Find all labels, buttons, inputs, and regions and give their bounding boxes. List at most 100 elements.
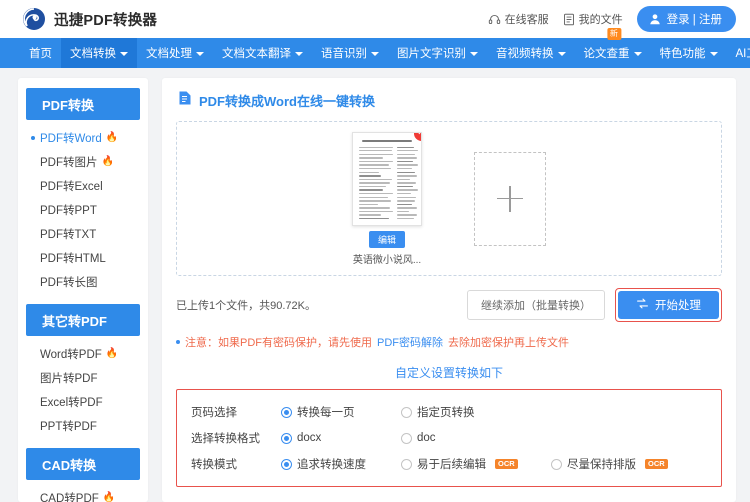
nav-label: 图片文字识别 bbox=[397, 48, 466, 60]
nav-label: AI工具 bbox=[735, 48, 750, 60]
setting-label: 页码选择 bbox=[191, 407, 237, 419]
radio-icon[interactable] bbox=[401, 406, 412, 418]
chevron-down-icon bbox=[557, 52, 566, 56]
sidebar-item-label: CAD转PDF bbox=[40, 493, 99, 502]
nav-label: 特色功能 bbox=[659, 48, 706, 60]
sidebar-item-excel-to-pdf[interactable]: Excel转PDF bbox=[18, 390, 148, 414]
notice-prefix: 注意：如果PDF有密码保护，请先使用 bbox=[185, 337, 372, 349]
user-avatar-icon bbox=[648, 12, 662, 26]
sidebar-item-pdf-to-excel[interactable]: PDF转Excel bbox=[18, 174, 148, 198]
sidebar-item-label: PDF转HTML bbox=[40, 253, 106, 265]
body-wrap: PDF转换 PDF转Word 🔥 PDF转图片 🔥 PDF转Excel PDF转… bbox=[0, 68, 750, 502]
chevron-down-icon bbox=[371, 52, 379, 56]
bullet-icon bbox=[176, 340, 180, 344]
converter-panel: PDF转换成Word在线一键转换 编辑 英语微小说风... 已上传1个文件，共9… bbox=[162, 78, 736, 502]
sidebar-item-label: PDF转Excel bbox=[40, 181, 103, 193]
sidebar-item-label: PPT转PDF bbox=[40, 421, 97, 433]
nav-item-doc-convert[interactable]: 文档转换 bbox=[61, 38, 137, 68]
start-process-button[interactable]: 开始处理 bbox=[618, 291, 719, 319]
nav-label: 音视频转换 bbox=[496, 48, 554, 60]
edit-file-button[interactable]: 编辑 bbox=[368, 230, 405, 248]
nav-item-image-ocr[interactable]: 图片文字识别 bbox=[388, 38, 487, 68]
upload-status-row: 已上传1个文件，共90.72K。 继续添加（批量转换） 开始处理 bbox=[176, 288, 722, 322]
radio-icon[interactable] bbox=[281, 432, 292, 444]
sidebar-item-pdf-to-ppt[interactable]: PDF转PPT bbox=[18, 198, 148, 222]
sidebar-item-label: PDF转TXT bbox=[40, 229, 97, 241]
pdf-password-remove-link[interactable]: PDF密码解除 bbox=[377, 334, 443, 350]
flame-icon: 🔥 bbox=[101, 156, 114, 167]
my-files-button[interactable]: 我的文件 bbox=[563, 11, 623, 27]
login-register-button[interactable]: 登录 | 注册 bbox=[636, 6, 736, 32]
upload-status-text: 已上传1个文件，共90.72K。 bbox=[176, 300, 316, 312]
file-thumbnail[interactable]: ✕ bbox=[352, 131, 422, 226]
new-badge: 新 bbox=[606, 28, 621, 40]
upload-dropzone[interactable]: ✕ 编辑 英语微小说风... bbox=[176, 121, 722, 276]
sidebar-item-image-to-pdf[interactable]: 图片转PDF bbox=[18, 366, 148, 390]
nav-item-speech-recognition[interactable]: 语音识别 bbox=[312, 38, 388, 68]
sidebar-item-pdf-to-word[interactable]: PDF转Word 🔥 bbox=[18, 126, 148, 150]
setting-label: 选择转换格式 bbox=[191, 433, 260, 445]
add-more-files-button[interactable] bbox=[474, 151, 546, 246]
sidebar-item-word-to-pdf[interactable]: Word转PDF 🔥 bbox=[18, 342, 148, 366]
nav-label: 文档处理 bbox=[146, 48, 192, 60]
ocr-badge: OCR bbox=[495, 458, 518, 470]
sidebar-item-ppt-to-pdf[interactable]: PPT转PDF bbox=[18, 414, 148, 438]
radio-icon[interactable] bbox=[401, 458, 412, 470]
setting-label: 转换模式 bbox=[191, 459, 237, 471]
option-convert-all-pages[interactable]: 转换每一页 bbox=[281, 404, 401, 420]
thumb-column-left bbox=[359, 146, 393, 222]
setting-row-page-selection: 页码选择 转换每一页 指定页转换 bbox=[177, 399, 721, 425]
radio-icon[interactable] bbox=[281, 458, 292, 470]
option-mode-keep-layout[interactable]: 尽量保持排版 OCR bbox=[551, 456, 701, 472]
top-header: 迅捷PDF转换器 在线客服 我的文件 登录 | 注册 bbox=[0, 0, 750, 38]
online-support-button[interactable]: 在线客服 bbox=[488, 11, 549, 27]
notice-suffix: 去除加密保护再上传文件 bbox=[448, 337, 569, 349]
login-register-label: 登录 | 注册 bbox=[666, 14, 722, 26]
chevron-down-icon bbox=[120, 52, 128, 56]
nav-label: 文档文本翻译 bbox=[222, 48, 291, 60]
nav-item-home[interactable]: 首页 bbox=[20, 38, 61, 68]
radio-icon[interactable] bbox=[551, 458, 562, 470]
radio-icon[interactable] bbox=[281, 406, 292, 418]
setting-row-convert-mode: 转换模式 追求转换速度 易于后续编辑 OCR 尽量保持排版 OCR bbox=[177, 451, 721, 477]
sidebar-item-pdf-to-image[interactable]: PDF转图片 🔥 bbox=[18, 150, 148, 174]
radio-icon[interactable] bbox=[401, 432, 412, 444]
start-process-label: 开始处理 bbox=[655, 300, 701, 312]
settings-title: 自定义设置转换如下 bbox=[394, 366, 503, 380]
document-list-icon bbox=[563, 13, 575, 26]
ocr-badge: OCR bbox=[645, 458, 668, 470]
sidebar-item-pdf-to-longimage[interactable]: PDF转长图 bbox=[18, 270, 148, 294]
nav-item-doc-process[interactable]: 文档处理 bbox=[137, 38, 213, 68]
sidebar-item-label: Word转PDF bbox=[40, 349, 102, 361]
close-icon[interactable]: ✕ bbox=[414, 132, 421, 141]
start-process-highlight: 开始处理 bbox=[615, 288, 722, 322]
option-format-docx[interactable]: docx bbox=[281, 432, 401, 444]
chevron-down-icon bbox=[196, 52, 204, 56]
nav-item-featured[interactable]: 特色功能 bbox=[651, 38, 727, 68]
option-mode-speed[interactable]: 追求转换速度 bbox=[281, 456, 401, 472]
thumb-doc-title bbox=[362, 139, 412, 142]
nav-item-doc-translate[interactable]: 文档文本翻译 bbox=[213, 38, 312, 68]
swirl-logo-icon bbox=[22, 7, 46, 31]
option-mode-editable[interactable]: 易于后续编辑 OCR bbox=[401, 456, 551, 472]
chevron-down-icon bbox=[470, 52, 478, 56]
sidebar-group-title-other-to-pdf: 其它转PDF bbox=[26, 304, 140, 336]
sidebar-item-pdf-to-html[interactable]: PDF转HTML bbox=[18, 246, 148, 270]
thumb-column-right bbox=[397, 146, 418, 222]
sidebar-item-cad-to-pdf[interactable]: CAD转PDF 🔥 bbox=[18, 486, 148, 502]
sidebar-group-title-cad-convert: CAD转换 bbox=[26, 448, 140, 480]
nav-item-media-convert[interactable]: 音视频转换 bbox=[487, 38, 575, 68]
continue-add-button[interactable]: 继续添加（批量转换） bbox=[467, 290, 605, 320]
flame-icon: 🔥 bbox=[105, 132, 119, 143]
app-root: 迅捷PDF转换器 在线客服 我的文件 登录 | 注册 首页 文档转换 文档处理 … bbox=[0, 0, 750, 502]
brand-logo[interactable]: 迅捷PDF转换器 bbox=[22, 7, 157, 31]
sidebar-item-label: PDF转图片 bbox=[40, 157, 98, 169]
sidebar-item-pdf-to-txt[interactable]: PDF转TXT bbox=[18, 222, 148, 246]
nav-item-ai-tools[interactable]: 🔥 AI工具 bbox=[727, 38, 750, 68]
option-format-doc[interactable]: doc bbox=[401, 432, 521, 444]
sidebar-item-label: 图片转PDF bbox=[40, 373, 98, 385]
option-specified-pages[interactable]: 指定页转换 bbox=[401, 404, 521, 420]
nav-item-plagiarism-check[interactable]: 新 论文查重 bbox=[575, 28, 651, 68]
option-label: 指定页转换 bbox=[417, 407, 475, 419]
sidebar-item-label: PDF转Word bbox=[40, 133, 102, 145]
